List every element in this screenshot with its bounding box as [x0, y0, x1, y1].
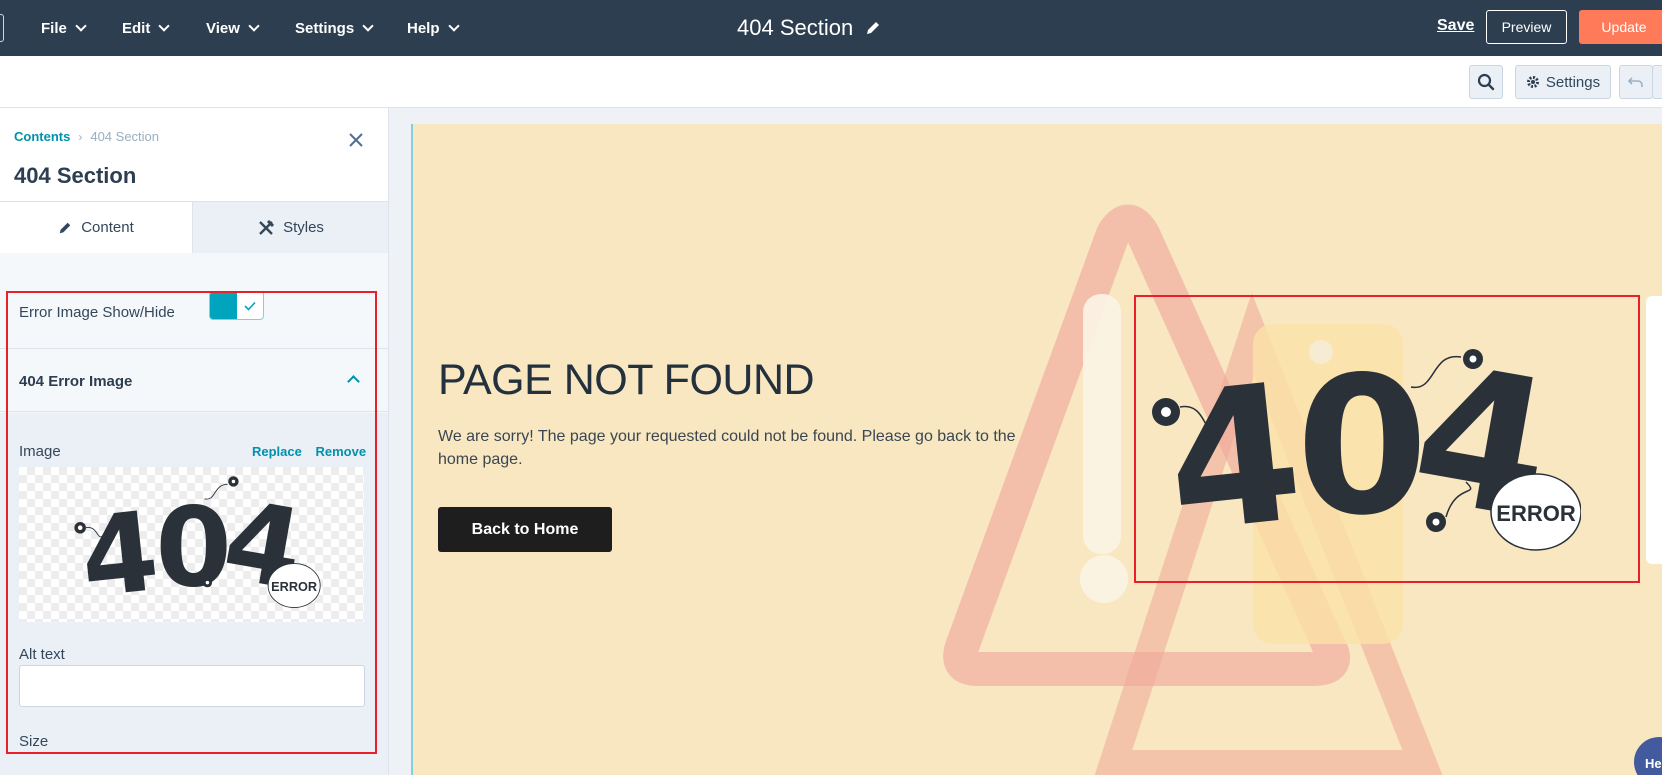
- gear-icon: [1526, 76, 1539, 88]
- menu-file[interactable]: File: [41, 0, 87, 56]
- save-button[interactable]: Save: [1437, 17, 1474, 35]
- document-title[interactable]: 404 Section: [737, 0, 881, 56]
- digit-four-left: 4: [1157, 342, 1312, 575]
- image-field: Image Replace Remove 4 0 4 ERROR Alt tex…: [0, 413, 388, 775]
- search-icon: [1477, 73, 1495, 91]
- chevron-down-icon: [248, 19, 260, 32]
- size-label: Size: [19, 733, 49, 750]
- search-button[interactable]: [1469, 65, 1503, 99]
- alt-text-input[interactable]: [19, 665, 365, 707]
- image-thumbnail[interactable]: 4 0 4 ERROR: [19, 467, 364, 622]
- menu-edge-handle[interactable]: [0, 14, 4, 42]
- image-actions: Replace Remove: [252, 444, 376, 459]
- undo-button[interactable]: [1619, 65, 1653, 99]
- chevron-up-icon[interactable]: [347, 375, 360, 388]
- tab-styles[interactable]: Styles: [192, 202, 388, 253]
- settings-button[interactable]: Settings: [1515, 65, 1611, 99]
- editor-toolbar: Settings: [0, 56, 1662, 108]
- top-menu-bar: File Edit View Settings Help 404 Section…: [0, 0, 1662, 56]
- sidebar-tabs: Content Styles: [0, 201, 388, 253]
- menu-edit[interactable]: Edit: [122, 0, 171, 56]
- chevron-down-icon: [362, 19, 374, 32]
- back-to-home-button[interactable]: Back to Home: [438, 507, 612, 552]
- toggle-fill: [210, 292, 237, 319]
- error-description: We are sorry! The page your requested co…: [438, 428, 1016, 468]
- accordion-404-error-image[interactable]: 404 Error Image: [0, 350, 388, 412]
- error-404-illustration: 4 0 4 ERROR: [74, 476, 321, 622]
- menu-help[interactable]: Help: [407, 0, 460, 56]
- close-icon[interactable]: [346, 130, 366, 150]
- accordion-label: 404 Error Image: [19, 373, 133, 390]
- alt-text-label: Alt text: [19, 646, 65, 663]
- sidebar-title: 404 Section: [14, 163, 137, 188]
- page-preview-canvas: PAGE NOT FOUND We are sorry! The page yo…: [389, 108, 1662, 775]
- remove-image-link[interactable]: Remove: [316, 444, 367, 459]
- tab-content[interactable]: Content: [0, 202, 192, 253]
- error-heading: PAGE NOT FOUND: [438, 356, 815, 404]
- redo-button[interactable]: [1652, 65, 1662, 99]
- check-icon: [244, 301, 256, 311]
- image-field-label: Image: [19, 443, 61, 460]
- breadcrumb-separator: ›: [78, 129, 83, 144]
- breadcrumb-contents-link[interactable]: Contents: [14, 129, 70, 144]
- replace-image-link[interactable]: Replace: [252, 444, 302, 459]
- section-404-preview[interactable]: PAGE NOT FOUND We are sorry! The page yo…: [411, 124, 1662, 775]
- image-visibility-row: Error Image Show/Hide: [0, 277, 388, 349]
- update-button[interactable]: Update: [1579, 10, 1662, 44]
- menu-view[interactable]: View: [206, 0, 260, 56]
- chevron-down-icon: [75, 19, 87, 32]
- error-404-image: 4 0 4 ERROR: [1152, 322, 1581, 575]
- brush-icon: [259, 219, 275, 235]
- pencil-icon: [59, 222, 71, 233]
- chevron-down-icon: [447, 19, 460, 32]
- breadcrumb: Contents › 404 Section: [14, 129, 159, 144]
- sidebar-content-panel: Error Image Show/Hide 404 Error Image Im…: [0, 253, 388, 775]
- breadcrumb-current: 404 Section: [90, 129, 160, 144]
- chevron-down-icon: [158, 19, 171, 32]
- toggle-knob: [238, 293, 262, 318]
- module-sidebar: Contents › 404 Section 404 Section Conte…: [0, 108, 389, 775]
- pencil-icon[interactable]: [865, 20, 881, 36]
- toggle-label: Error Image Show/Hide: [19, 304, 175, 321]
- preview-side-card: [1646, 296, 1662, 564]
- undo-icon: [1628, 77, 1643, 87]
- svg-text:4: 4: [75, 487, 164, 622]
- preview-button[interactable]: Preview: [1486, 10, 1567, 44]
- svg-text:ERROR: ERROR: [271, 579, 317, 594]
- menu-settings[interactable]: Settings: [295, 0, 374, 56]
- error-badge-text: ERROR: [1496, 501, 1576, 526]
- image-visibility-toggle[interactable]: [209, 291, 264, 320]
